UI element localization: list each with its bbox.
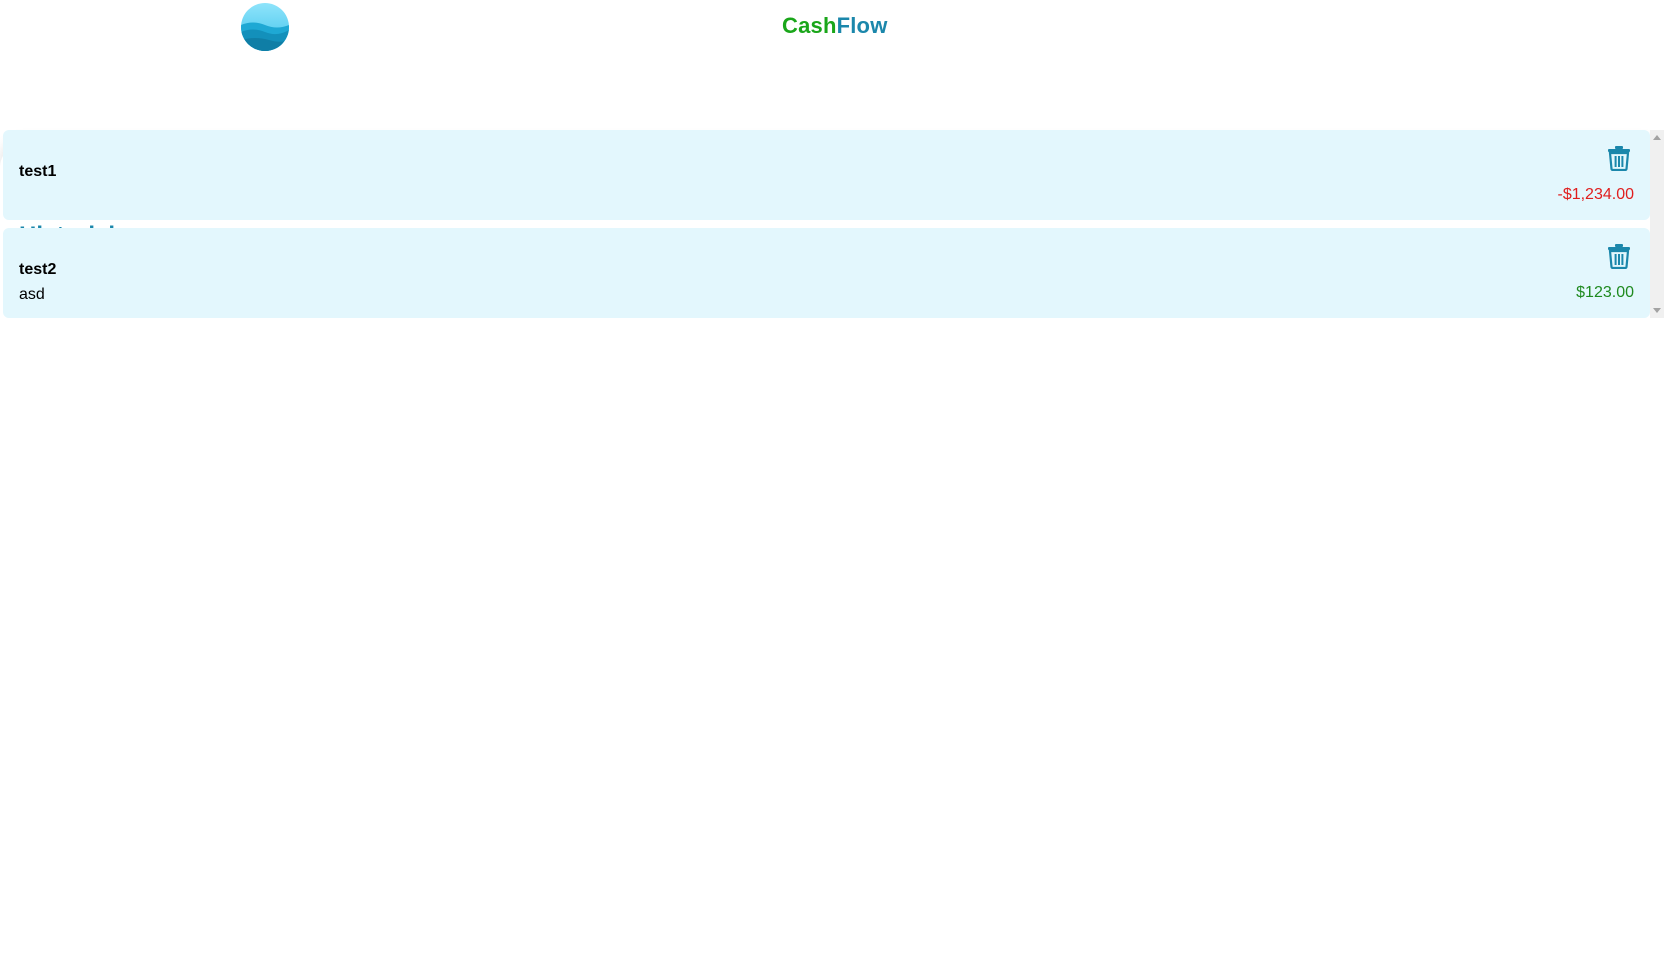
scroll-down-arrow-icon[interactable] (1653, 308, 1661, 313)
app-title-cash: Cash (782, 13, 837, 38)
history-item-amount: $123.00 (1576, 284, 1634, 301)
logo-graphic (241, 3, 289, 51)
history-item-description: asd (19, 286, 45, 303)
history-item-name: test1 (19, 163, 57, 180)
app-title-flow: Flow (836, 13, 888, 38)
history-list[interactable]: test1 -$1,234.00 test2 asd $123.00 (3, 130, 1650, 464)
history-item[interactable]: test1 -$1,234.00 (3, 130, 1650, 220)
trash-icon[interactable] (1607, 243, 1631, 270)
history-item-amount: -$1,234.00 (1557, 186, 1634, 203)
app-title: CashFlow (782, 13, 888, 39)
history-item[interactable]: test2 asd $123.00 (3, 228, 1650, 318)
history-scrollbar[interactable] (1650, 130, 1664, 318)
ocean-wave-logo-icon (241, 3, 289, 51)
history-item-name: test2 (19, 261, 57, 278)
trash-icon[interactable] (1607, 145, 1631, 172)
app-header: CashFlow (0, 0, 1664, 60)
scroll-up-arrow-icon[interactable] (1653, 135, 1661, 140)
